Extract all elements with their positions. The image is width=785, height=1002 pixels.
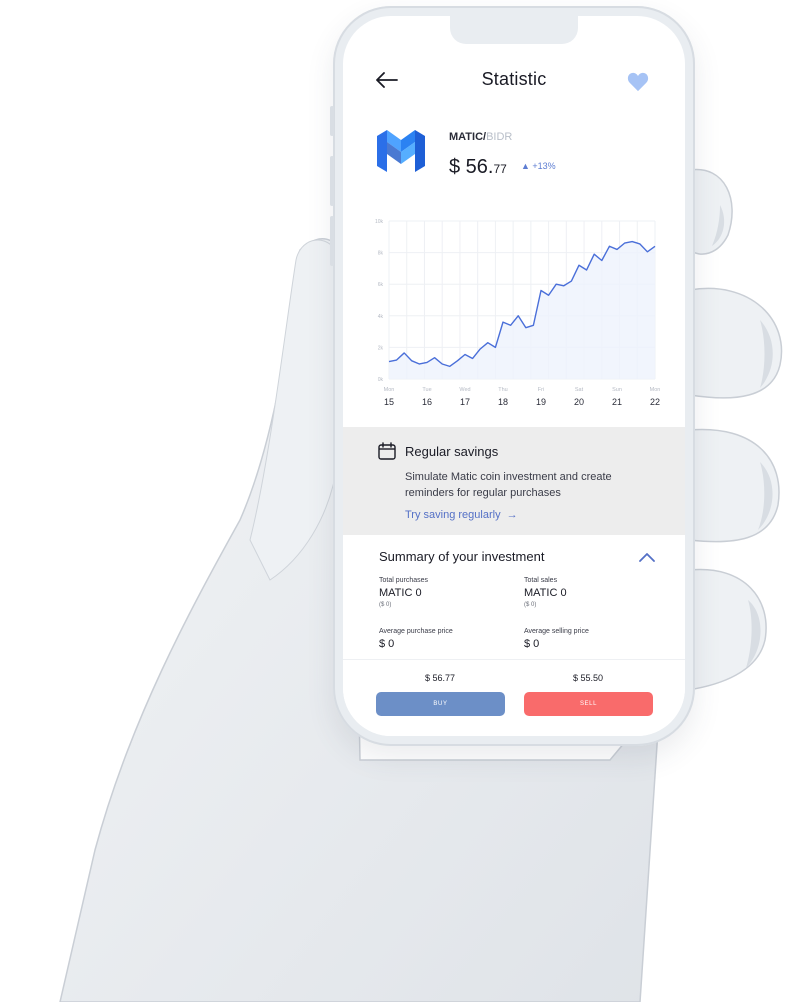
calendar-icon xyxy=(378,442,396,460)
y-tick-label: 6k xyxy=(378,282,384,288)
phone-side-button xyxy=(330,106,334,136)
y-tick-label: 2k xyxy=(378,345,384,351)
price-change-badge: ▲ +13% xyxy=(521,161,556,171)
x-weekday-label: Tue xyxy=(422,387,431,393)
savings-description: Simulate Matic coin investment and creat… xyxy=(405,471,612,499)
x-weekday-label: Thu xyxy=(498,387,507,393)
phone-frame: Statistic MATIC/BIDR $ 56.77 ▲ +13% 0k 2k… xyxy=(330,6,695,746)
total-sales-value: MATIC 0 xyxy=(524,587,567,599)
y-tick-label: 10k xyxy=(375,219,384,225)
average-purchase-price: Average purchase price $ 0 xyxy=(379,628,453,650)
x-day-label: 15 xyxy=(384,397,394,407)
chevron-up-icon[interactable] xyxy=(639,552,655,562)
x-weekday-label: Sun xyxy=(612,387,622,393)
x-weekday-label: Sat xyxy=(575,387,584,393)
total-sales-label: Total sales xyxy=(524,577,558,584)
x-weekday-label: Mon xyxy=(384,387,395,393)
buy-price: $ 56.77 xyxy=(424,673,456,683)
total-purchases-value: MATIC 0 xyxy=(379,587,422,599)
x-day-label: 16 xyxy=(422,397,432,407)
total-purchases-label: Total purchases xyxy=(379,577,429,584)
trade-bar: $ 56.77 $ 55.50 BUY SELL xyxy=(343,659,685,736)
matic-logo-icon xyxy=(377,130,425,172)
regular-savings-card: Regular savings Simulate Matic coin inve… xyxy=(343,427,685,535)
x-day-label: 18 xyxy=(498,397,508,407)
average-purchase-label: Average purchase price xyxy=(379,628,453,635)
base-currency: MATIC xyxy=(449,131,484,143)
heart-icon[interactable] xyxy=(627,72,649,92)
x-day-label: 17 xyxy=(460,397,470,407)
x-day-label: 21 xyxy=(612,397,622,407)
phone-volume-up-button xyxy=(330,156,334,206)
price-decimal: 77 xyxy=(493,162,507,176)
x-day-label: 22 xyxy=(650,397,660,407)
buy-button[interactable]: BUY xyxy=(376,692,505,716)
coin-price: $ 56.77 xyxy=(449,156,507,179)
average-selling-value: $ 0 xyxy=(524,638,540,650)
series-area xyxy=(389,241,655,379)
y-tick-label: 4k xyxy=(378,314,384,320)
sell-price: $ 55.50 xyxy=(572,673,604,683)
total-sales-sub: ($ 0) xyxy=(524,602,537,608)
app-screen: Statistic MATIC/BIDR $ 56.77 ▲ +13% 0k 2k… xyxy=(343,16,685,736)
trading-pair: MATIC/BIDR xyxy=(449,131,512,143)
average-selling-label: Average selling price xyxy=(524,628,589,635)
summary-title: Summary of your investment xyxy=(379,549,545,564)
x-day-label: 19 xyxy=(536,397,546,407)
total-purchases-sub: ($ 0) xyxy=(379,602,392,608)
price-chart[interactable]: 0k 2k 4k 6k 8k 10k Mon 15 Tue 16 Wed 17 Thu 18 Fri 19 Sa… xyxy=(361,211,671,421)
x-weekday-label: Fri xyxy=(538,387,544,393)
x-day-label: 20 xyxy=(574,397,584,407)
total-purchases: Total purchases MATIC 0 ($ 0) xyxy=(379,577,428,608)
try-saving-link-label: Try saving regularly xyxy=(405,509,501,521)
total-sales: Total sales MATIC 0 ($ 0) xyxy=(524,577,567,608)
price-main: $ 56. xyxy=(449,156,494,178)
savings-title: Regular savings xyxy=(405,444,499,459)
y-tick-label: 8k xyxy=(378,251,384,257)
average-selling-price: Average selling price $ 0 xyxy=(524,628,589,650)
try-saving-link[interactable]: Try saving regularly → xyxy=(405,509,518,521)
sell-button[interactable]: SELL xyxy=(524,692,653,716)
phone-notch xyxy=(450,16,578,44)
phone-volume-down-button xyxy=(330,216,334,266)
quote-currency: BIDR xyxy=(486,131,513,143)
y-tick-label: 0k xyxy=(378,377,384,383)
average-purchase-value: $ 0 xyxy=(379,638,395,650)
fingers xyxy=(687,168,783,691)
x-weekday-label: Mon xyxy=(650,387,661,393)
arrow-right-icon: → xyxy=(506,509,518,521)
x-weekday-label: Wed xyxy=(459,387,470,393)
